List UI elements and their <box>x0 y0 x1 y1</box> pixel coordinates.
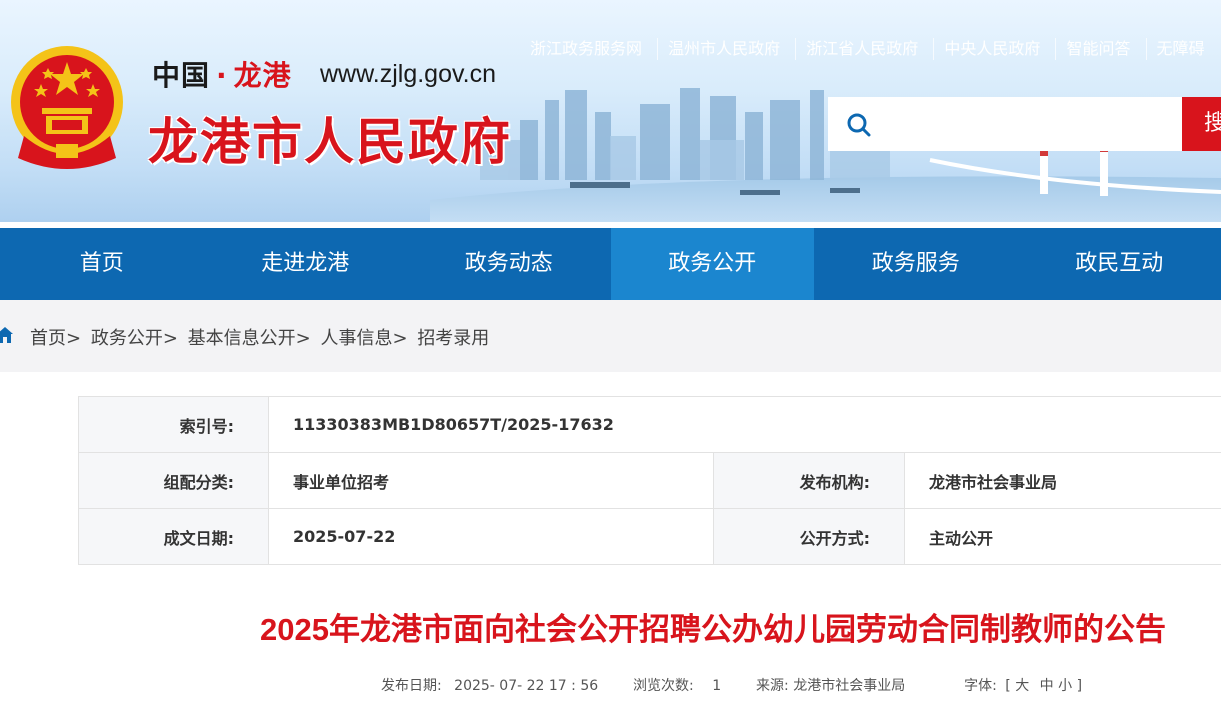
index-label: 索引号: <box>78 396 269 453</box>
font-size-label: 字体: <box>964 678 997 694</box>
site-subtitle: 中国 · 龙港 <box>152 59 292 92</box>
search-icon <box>847 113 871 137</box>
article-title: 2025年龙港市面向社会公开招聘公办幼儿园劳动合同制教师的公告 <box>260 612 1166 647</box>
national-emblem-icon <box>11 46 123 169</box>
breadcrumb: 首页> 政务公开> 基本信息公开> 人事信息> 招考录用 <box>30 328 490 349</box>
date-value: 2025-07-22 <box>268 508 714 565</box>
search-input[interactable] <box>884 107 1178 143</box>
breadcrumb-bar: 首页> 政务公开> 基本信息公开> 人事信息> 招考录用 <box>0 300 1221 372</box>
source-value: 龙港市社会事业局 <box>793 678 906 694</box>
mode-label: 公开方式: <box>713 508 905 565</box>
font-small-button[interactable]: 小 <box>1058 678 1072 694</box>
main-nav: 首页 走进龙港 政务动态 政务公开 政务服务 政民互动 <box>0 228 1221 300</box>
source-label: 来源: <box>756 678 789 694</box>
search-box <box>828 97 1182 151</box>
publish-date-label: 发布日期: <box>381 678 442 694</box>
views-label: 浏览次数: <box>633 678 694 694</box>
breadcrumb-basic-info[interactable]: 基本信息公开 <box>188 328 296 349</box>
views-value: 1 <box>712 678 722 694</box>
home-icon <box>0 327 13 343</box>
top-link-accessibility[interactable]: 无障碍 <box>1145 38 1215 60</box>
search-button[interactable]: 搜 <box>1182 97 1221 151</box>
site-domain: www.zjlg.gov.cn <box>320 60 496 88</box>
top-link-zjzwfw[interactable]: 浙江政务服务网 <box>520 38 652 60</box>
top-link-wenzhou[interactable]: 温州市人民政府 <box>657 38 790 60</box>
site-title: 龙港市人民政府 <box>148 112 512 171</box>
breadcrumb-gov-disclosure[interactable]: 政务公开 <box>91 328 163 349</box>
top-link-central[interactable]: 中央人民政府 <box>933 38 1050 60</box>
nav-home[interactable]: 首页 <box>0 228 204 300</box>
publisher-label: 发布机构: <box>713 452 905 509</box>
category-label: 组配分类: <box>78 452 269 509</box>
nav-about-longgang[interactable]: 走进龙港 <box>204 228 408 300</box>
breadcrumb-personnel[interactable]: 人事信息 <box>320 328 392 349</box>
category-value: 事业单位招考 <box>268 452 714 509</box>
font-large-button[interactable]: 大 <box>1015 678 1029 694</box>
nav-gov-disclosure[interactable]: 政务公开 <box>610 228 814 300</box>
breadcrumb-recruitment[interactable]: 招考录用 <box>417 328 489 349</box>
publisher-value: 龙港市社会事业局 <box>903 452 1221 509</box>
font-medium-button[interactable]: 中 <box>1040 678 1054 694</box>
mode-value: 主动公开 <box>903 508 1221 565</box>
publish-date-value: 2025- 07- 22 17 : 56 <box>454 678 599 694</box>
top-link-smart-qa[interactable]: 智能问答 <box>1055 38 1140 60</box>
top-links: 浙江政务服务网 温州市人民政府 浙江省人民政府 中央人民政府 智能问答 无障碍 <box>520 38 1215 62</box>
site-header: 中国 · 龙港 www.zjlg.gov.cn 龙港市人民政府 浙江政务服务网 温州… <box>0 0 1221 222</box>
top-link-zhejiang[interactable]: 浙江省人民政府 <box>795 38 928 60</box>
nav-gov-services[interactable]: 政务服务 <box>814 228 1018 300</box>
nav-gov-news[interactable]: 政务动态 <box>407 228 611 300</box>
document-info-table: 索引号: 11330383MB1D80657T/2025-17632 组配分类:… <box>78 396 1221 565</box>
index-value: 11330383MB1D80657T/2025-17632 <box>267 396 1221 453</box>
article-meta: 发布日期: 2025- 07- 22 17 : 56 浏览次数: 1 来源: 龙… <box>381 678 1083 694</box>
breadcrumb-home[interactable]: 首页 <box>30 328 66 349</box>
nav-interaction[interactable]: 政民互动 <box>1018 228 1221 300</box>
date-label: 成文日期: <box>78 508 269 565</box>
